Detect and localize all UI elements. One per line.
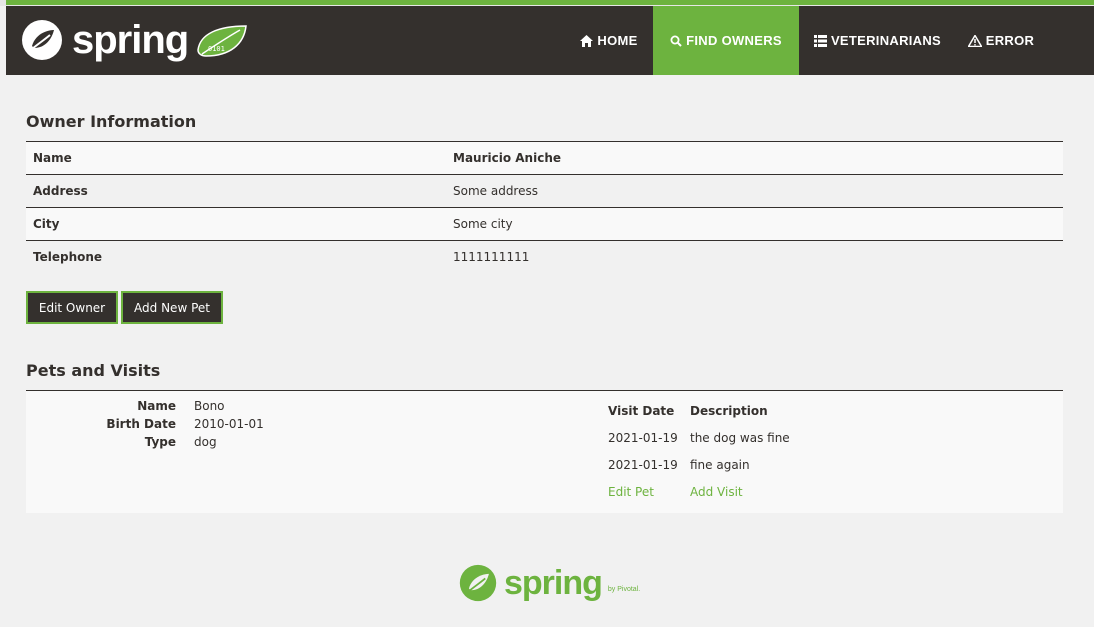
owner-info-table: Name Mauricio Aniche Address Some addres… [26, 141, 1063, 274]
table-row: Name Mauricio Aniche [26, 141, 1063, 175]
accent-strip [6, 0, 1094, 5]
pet-name-label: Name [137, 399, 176, 413]
home-icon [580, 34, 594, 47]
navbar: spring 0101 HOME FIND OWNERS VETERINARIA… [6, 6, 1094, 75]
nav-home[interactable]: HOME [572, 6, 646, 75]
owner-address-value: Some address [446, 174, 1063, 208]
footer-brand-name: spring [504, 564, 603, 602]
pet-birth-label: Birth Date [106, 417, 176, 431]
owner-telephone-value: 1111111111 [446, 240, 1063, 274]
nav-error-label: ERROR [985, 33, 1035, 48]
visit-date: 2021-01-19 [608, 458, 678, 472]
visit-description: the dog was fine [690, 431, 790, 445]
pet-type-value: dog [194, 435, 217, 449]
owner-info-title: Owner Information [26, 112, 197, 131]
visit-description-header: Description [690, 404, 768, 418]
nav-home-label: HOME [597, 33, 638, 48]
table-row: City Some city [26, 207, 1063, 241]
visit-description: fine again [690, 458, 750, 472]
edit-owner-button[interactable]: Edit Owner [26, 291, 118, 324]
list-icon [813, 34, 827, 47]
visit-date: 2021-01-19 [608, 431, 678, 445]
visit-date-header: Visit Date [608, 404, 675, 418]
pets-visits-title: Pets and Visits [26, 361, 161, 380]
footer-byline: by Pivotal. [607, 585, 641, 593]
brand-logo[interactable]: spring 0101 [20, 18, 250, 62]
pet-birth-value: 2010-01-01 [194, 417, 264, 431]
owner-name-label: Name [26, 141, 446, 175]
table-row: Address Some address [26, 174, 1063, 208]
owner-city-value: Some city [446, 207, 1063, 241]
leaf-text: 0101 [208, 45, 225, 53]
owner-telephone-label: Telephone [26, 240, 446, 274]
nav-veterinarians-label: VETERINARIANS [830, 33, 942, 48]
nav-error[interactable]: ERROR [964, 6, 1038, 75]
add-new-pet-button[interactable]: Add New Pet [121, 291, 223, 324]
pet-type-label: Type [144, 435, 176, 449]
spring-power-icon [459, 564, 497, 602]
warning-icon [967, 34, 982, 47]
pet-name-value: Bono [194, 399, 225, 413]
footer-logo: spring by Pivotal. [458, 563, 640, 603]
search-icon [670, 35, 682, 47]
nav-find-owners-label: FIND OWNERS [686, 33, 782, 48]
spring-power-icon [22, 20, 62, 60]
brand-name: spring [72, 18, 189, 62]
nav-veterinarians[interactable]: VETERINARIANS [811, 6, 944, 75]
table-row: Telephone 1111111111 [26, 240, 1063, 274]
add-visit-link[interactable]: Add Visit [690, 485, 743, 499]
nav-find-owners[interactable]: FIND OWNERS [653, 6, 799, 75]
edit-pet-link[interactable]: Edit Pet [608, 485, 654, 499]
leaf-logo-icon: 0101 [197, 25, 248, 57]
owner-city-label: City [26, 207, 446, 241]
owner-name-value: Mauricio Aniche [446, 141, 1063, 175]
pet-card: Name Bono Birth Date 2010-01-01 Type dog… [26, 391, 1063, 513]
owner-address-label: Address [26, 174, 446, 208]
